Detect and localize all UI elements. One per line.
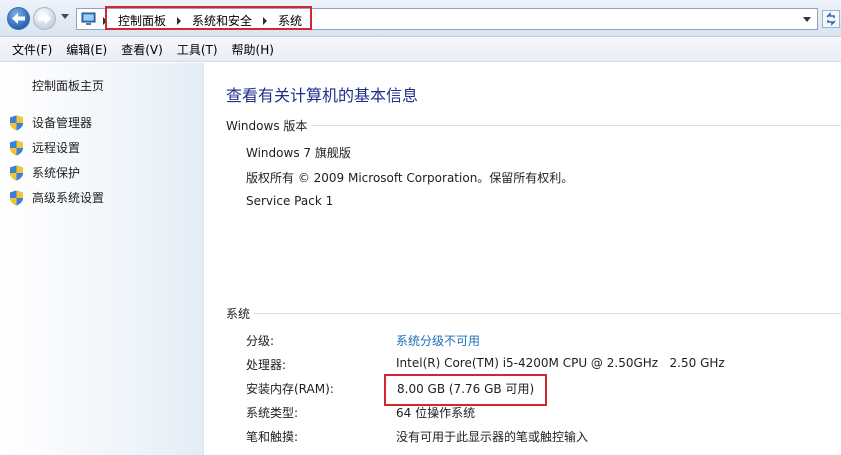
windows-edition-section-heading: Windows 版本 (226, 117, 841, 134)
windows-edition-name: Windows 7 旗舰版 (246, 146, 351, 160)
back-button[interactable] (7, 7, 30, 30)
breadcrumb: 控制面板 系统和安全 系统 (103, 12, 302, 29)
system-type-value: 64 位操作系统 (396, 406, 476, 420)
rating-link[interactable]: 系统分级不可用 (396, 332, 480, 349)
sidebar-item-label: 系统保护 (32, 166, 81, 180)
pen-touch-value: 没有可用于此显示器的笔或触控输入 (396, 430, 589, 444)
windows-edition-heading: Windows 版本 (226, 119, 308, 133)
section-divider (254, 313, 841, 314)
copyright-text: 版权所有 © 2009 Microsoft Corporation。保留所有权利… (246, 171, 574, 185)
system-row-processor: 处理器: Intel(R) Core(TM) i5-4200M CPU @ 2.… (246, 356, 836, 374)
sidebar-home-link[interactable]: 控制面板主页 (32, 77, 104, 94)
address-history-dropdown[interactable] (803, 17, 811, 22)
arrow-left-icon (12, 13, 25, 24)
sidebar-task-list: 设备管理器 远程设置 系统保护 高级系统设置 (9, 110, 104, 210)
breadcrumb-arrow-icon[interactable] (177, 16, 182, 25)
breadcrumb-system-security[interactable]: 系统和安全 (192, 12, 252, 29)
page-title: 查看有关计算机的基本信息 (226, 86, 419, 105)
system-row-rating: 分级: 系统分级不可用 (246, 332, 836, 350)
breadcrumb-system[interactable]: 系统 (278, 12, 302, 29)
breadcrumb-arrow-icon[interactable] (263, 16, 268, 25)
menu-help[interactable]: 帮助(H) (225, 38, 281, 62)
service-pack: Service Pack 1 (246, 194, 334, 208)
ram-value: 8.00 GB (7.76 GB 可用) (397, 382, 535, 396)
system-row-ram: 安装内存(RAM): 8.00 GB (7.76 GB 可用) (246, 380, 836, 398)
system-type-label: 系统类型: (246, 406, 299, 420)
address-bar: 控制面板 系统和安全 系统 (0, 0, 841, 37)
refresh-icon (826, 12, 836, 26)
refresh-button[interactable] (822, 10, 840, 28)
shield-icon (10, 115, 23, 130)
main-content: 查看有关计算机的基本信息 Windows 版本 Windows 7 旗舰版 版权… (205, 63, 841, 455)
system-row-type: 系统类型: 64 位操作系统 (246, 404, 836, 422)
menu-edit[interactable]: 编辑(E) (59, 38, 114, 62)
recent-pages-dropdown[interactable] (61, 14, 69, 19)
shield-icon (10, 165, 23, 180)
system-row-pen-touch: 笔和触摸: 没有可用于此显示器的笔或触控输入 (246, 428, 836, 446)
sidebar-item-device-manager[interactable]: 设备管理器 (9, 110, 104, 135)
menu-bar: 文件(F) 编辑(E) 查看(V) 工具(T) 帮助(H) (0, 38, 841, 62)
address-field[interactable]: 控制面板 系统和安全 系统 (76, 8, 818, 30)
processor-value: Intel(R) Core(TM) i5-4200M CPU @ 2.50GHz… (396, 356, 725, 370)
sidebar-item-label: 远程设置 (32, 141, 81, 155)
system-section-heading: 系统 (226, 305, 841, 322)
menu-view[interactable]: 查看(V) (114, 38, 170, 62)
shield-icon (10, 140, 23, 155)
section-divider (311, 125, 841, 126)
pen-touch-label: 笔和触摸: (246, 430, 299, 444)
arrow-right-icon (38, 13, 51, 24)
sidebar-item-label: 设备管理器 (32, 116, 93, 130)
sidebar-item-remote-settings[interactable]: 远程设置 (9, 135, 104, 160)
ram-label: 安装内存(RAM): (246, 382, 334, 396)
sidebar: 控制面板主页 设备管理器 远程设置 系统保护 高级系统设置 (0, 63, 204, 455)
processor-label: 处理器: (246, 358, 287, 372)
forward-button[interactable] (33, 7, 56, 30)
menu-tools[interactable]: 工具(T) (170, 38, 225, 62)
rating-label: 分级: (246, 334, 275, 348)
sidebar-item-label: 高级系统设置 (32, 191, 105, 205)
sidebar-item-advanced-settings[interactable]: 高级系统设置 (9, 185, 104, 210)
system-heading: 系统 (226, 307, 251, 321)
sidebar-item-system-protection[interactable]: 系统保护 (9, 160, 104, 185)
menu-file[interactable]: 文件(F) (0, 38, 59, 62)
shield-icon (10, 190, 23, 205)
computer-icon (81, 12, 96, 25)
breadcrumb-control-panel[interactable]: 控制面板 (118, 12, 166, 29)
breadcrumb-arrow-icon[interactable] (103, 16, 107, 25)
